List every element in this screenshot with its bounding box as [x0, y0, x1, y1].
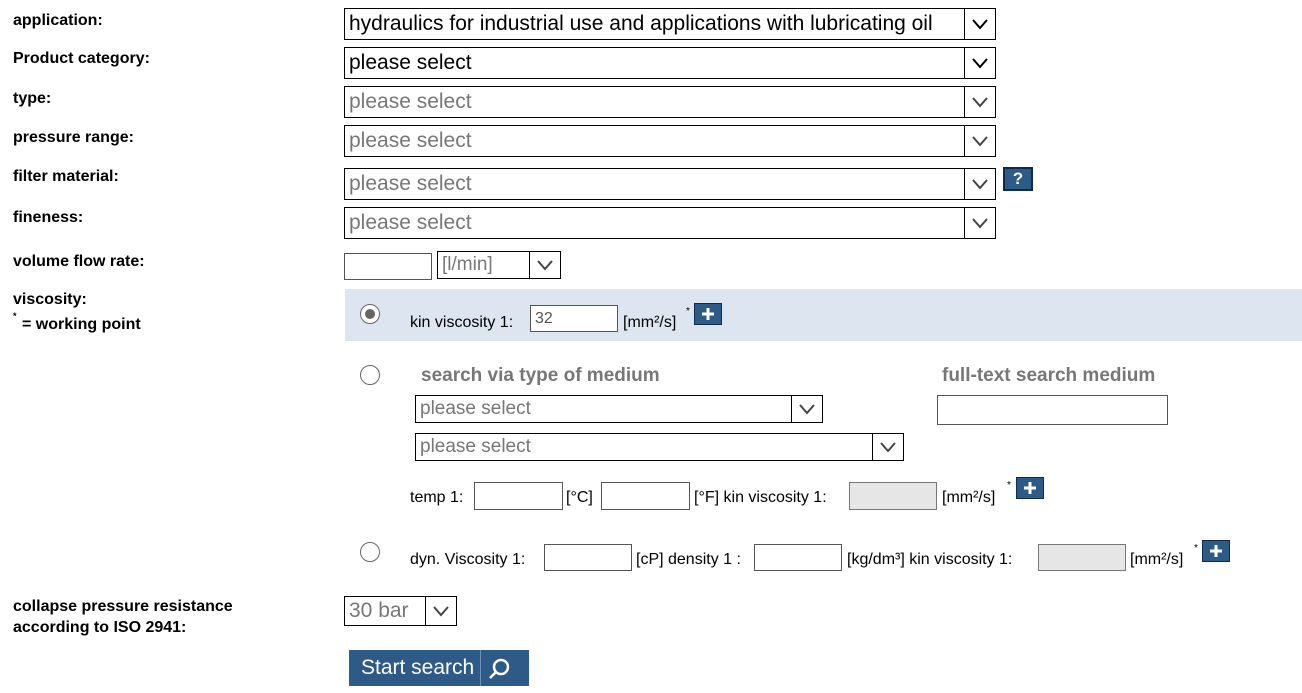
- start-search-button[interactable]: Start search: [349, 650, 529, 686]
- working-point-mark: *: [1007, 480, 1011, 491]
- flow-unit-select-value: [l/min]: [442, 254, 493, 275]
- chevron-down-icon: [964, 87, 995, 117]
- chevron-down-icon: [964, 9, 995, 39]
- kin-viscosity-label: kin viscosity 1:: [410, 314, 514, 331]
- medium-type-select-2[interactable]: please select: [415, 433, 904, 461]
- label-filter-material: filter material:: [13, 168, 119, 185]
- temp-f-input[interactable]: [601, 482, 690, 510]
- button-divider: [480, 650, 481, 686]
- filter-material-select[interactable]: please select: [344, 168, 996, 200]
- kin-viscosity-input[interactable]: 32: [530, 305, 618, 332]
- application-select[interactable]: hydraulics for industrial use and applic…: [344, 8, 996, 40]
- medium-type-select-1[interactable]: please select: [415, 395, 823, 423]
- collapse-pressure-select-value: 30 bar: [349, 599, 409, 622]
- flow-unit-select[interactable]: [l/min]: [437, 251, 561, 279]
- pressure-range-select[interactable]: please select: [344, 125, 996, 157]
- chevron-down-icon: [964, 126, 995, 156]
- chevron-down-icon: [964, 208, 995, 238]
- kin-viscosity-unit: [mm²/s]: [623, 314, 677, 331]
- medium-type-select-2-value: please select: [420, 436, 531, 457]
- magnifier-icon: [487, 657, 511, 693]
- kin-viscosity-unit-3: [mm²/s]: [1130, 551, 1184, 568]
- fineness-select[interactable]: please select: [344, 207, 996, 239]
- fulltext-search-input[interactable]: [937, 395, 1168, 425]
- viscosity-option2-radio[interactable]: [360, 365, 380, 385]
- label-fineness: fineness:: [13, 209, 84, 226]
- plus-icon[interactable]: [1016, 477, 1044, 499]
- kin-viscosity-result-2: [849, 482, 937, 510]
- label-pressure-range: pressure range:: [13, 129, 134, 146]
- dyn-viscosity-label: dyn. Viscosity 1:: [410, 551, 526, 568]
- application-select-value: hydraulics for industrial use and applic…: [349, 12, 933, 35]
- fulltext-heading: full-text search medium: [942, 365, 1156, 386]
- chevron-down-icon: [872, 434, 903, 460]
- type-select-value: please select: [349, 90, 472, 113]
- temp-label: temp 1:: [410, 489, 464, 506]
- cp-density-label: [cP] density 1 :: [636, 551, 741, 568]
- fineness-select-value: please select: [349, 211, 472, 234]
- temp-c-unit: [°C]: [566, 489, 593, 506]
- label-collapse-line2: according to ISO 2941:: [13, 619, 187, 636]
- pressure-range-select-value: please select: [349, 129, 472, 152]
- label-collapse-line1: collapse pressure resistance: [13, 598, 233, 615]
- density-input[interactable]: [754, 544, 842, 571]
- medium-type-select-1-value: please select: [420, 398, 531, 419]
- viscosity-option3-radio[interactable]: [360, 542, 380, 562]
- volume-flow-input[interactable]: [344, 253, 432, 280]
- kg-kin-label: [kg/dm³] kin viscosity 1:: [847, 551, 1013, 568]
- chevron-down-icon: [529, 252, 560, 278]
- plus-icon[interactable]: [694, 303, 722, 325]
- chevron-down-icon: [964, 169, 995, 199]
- filter-material-select-value: please select: [349, 172, 472, 195]
- label-product-category: Product category:: [13, 50, 150, 67]
- label-working-point: = working point: [22, 316, 141, 333]
- temp-f-unit: [°F] kin viscosity 1:: [694, 489, 827, 506]
- label-application: application:: [13, 12, 103, 29]
- chevron-down-icon: [425, 597, 456, 625]
- help-icon[interactable]: ?: [1003, 167, 1033, 191]
- product-category-select[interactable]: please select: [344, 47, 996, 79]
- chevron-down-icon: [791, 396, 822, 422]
- medium-type-heading: search via type of medium: [421, 365, 660, 386]
- kin-viscosity-result-3: [1038, 544, 1126, 571]
- working-point-mark: *: [1194, 543, 1198, 554]
- kin-viscosity-unit-2: [mm²/s]: [942, 489, 996, 506]
- working-point-mark: *: [13, 311, 17, 321]
- viscosity-option1-radio[interactable]: [360, 304, 380, 324]
- product-category-select-value: please select: [349, 51, 472, 74]
- dyn-viscosity-input[interactable]: [544, 544, 632, 571]
- temp-c-input[interactable]: [474, 482, 563, 510]
- label-volume-flow-rate: volume flow rate:: [13, 253, 145, 270]
- type-select[interactable]: please select: [344, 86, 996, 118]
- plus-icon[interactable]: [1202, 540, 1230, 562]
- chevron-down-icon: [964, 48, 995, 78]
- label-viscosity: viscosity:: [13, 291, 87, 308]
- label-type: type:: [13, 90, 52, 107]
- start-search-label: Start search: [361, 656, 475, 679]
- working-point-mark: *: [686, 306, 690, 317]
- collapse-pressure-select[interactable]: 30 bar: [344, 596, 457, 626]
